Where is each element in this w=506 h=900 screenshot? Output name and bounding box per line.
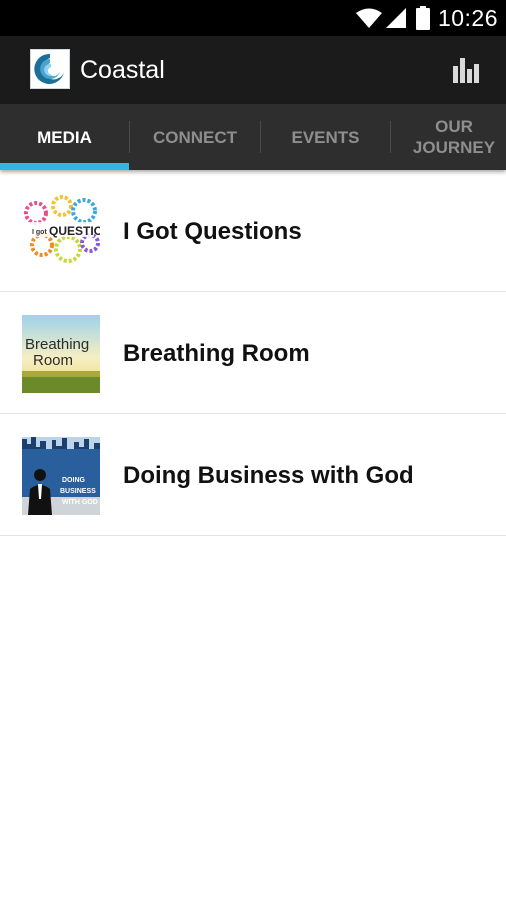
tab-events[interactable]: EVENTS xyxy=(261,104,390,170)
tab-connect-label: CONNECT xyxy=(152,127,238,147)
doing-business-thumbnail: DOING BUSINESS WITH GOD xyxy=(22,437,100,515)
svg-text:DOING: DOING xyxy=(62,477,86,484)
breathing-room-thumbnail: Breathing Room xyxy=(22,315,100,393)
action-bar: Coastal xyxy=(0,36,506,104)
i-got-questions-thumbnail: I got QUESTIONS xyxy=(22,193,100,271)
media-list: I got QUESTIONS I Got Questions Breathin… xyxy=(0,170,506,536)
coastal-wave-logo[interactable] xyxy=(30,49,70,89)
list-item[interactable]: I got QUESTIONS I Got Questions xyxy=(0,170,506,292)
tab-connect[interactable]: CONNECT xyxy=(130,104,260,170)
active-tab-indicator xyxy=(0,163,129,170)
svg-text:Breathing: Breathing xyxy=(25,336,89,353)
signal-icon xyxy=(385,8,406,28)
status-icons: 10:26 xyxy=(355,0,498,36)
list-item[interactable]: DOING BUSINESS WITH GOD Doing Business w… xyxy=(0,414,506,536)
tab-our-journey[interactable]: OUR JOURNEY xyxy=(391,104,506,170)
wifi-icon xyxy=(355,8,382,28)
tab-our-journey-label: OUR JOURNEY xyxy=(412,117,496,157)
battery-icon xyxy=(415,6,430,30)
svg-text:WITH GOD: WITH GOD xyxy=(62,499,98,506)
list-item[interactable]: Breathing Room Breathing Room xyxy=(0,292,506,414)
tab-media[interactable]: MEDIA xyxy=(0,104,129,170)
thumb-text: QUESTIONS xyxy=(49,224,100,238)
status-time: 10:26 xyxy=(437,4,498,31)
media-series-title: Doing Business with God xyxy=(123,462,414,489)
media-series-title: I Got Questions xyxy=(123,218,302,245)
tab-events-label: EVENTS xyxy=(291,127,360,147)
svg-text:BUSINESS: BUSINESS xyxy=(60,488,96,495)
stats-icon[interactable] xyxy=(452,56,480,84)
tab-media-label: MEDIA xyxy=(37,127,92,147)
status-bar: 10:26 xyxy=(0,0,506,36)
media-series-title: Breathing Room xyxy=(123,340,310,367)
app-title: Coastal xyxy=(80,56,165,84)
svg-text:I got: I got xyxy=(32,229,47,236)
tab-bar: MEDIA CONNECT EVENTS OUR JOURNEY xyxy=(0,104,506,170)
svg-text:Room: Room xyxy=(33,352,73,369)
